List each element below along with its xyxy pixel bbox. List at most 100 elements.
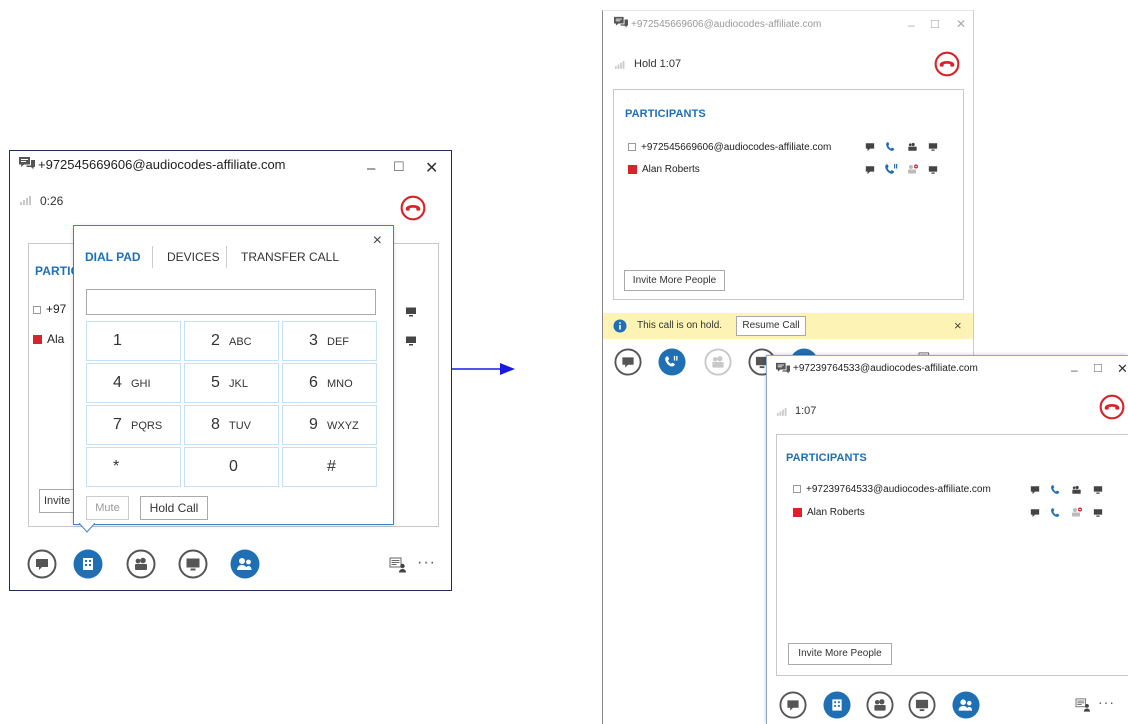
im-button[interactable] <box>27 549 57 579</box>
title-bar[interactable]: +972545669606@audiocodes-affiliate.com –… <box>10 151 451 179</box>
im-button[interactable] <box>614 348 642 376</box>
dialpad-key[interactable]: 4 GHI <box>86 363 181 403</box>
hangup-icon[interactable] <box>934 51 960 77</box>
hold-call-button[interactable] <box>658 348 686 376</box>
dialpad-key[interactable]: # <box>282 447 377 487</box>
invite-button[interactable]: Invite More People <box>624 270 725 291</box>
video-icon[interactable] <box>907 142 918 152</box>
call-timer: 0:26 <box>40 194 64 208</box>
people-button[interactable] <box>952 691 980 719</box>
present-icon[interactable] <box>1093 508 1103 518</box>
video-off-icon <box>1071 506 1083 518</box>
im-icon[interactable] <box>865 165 875 175</box>
invite-button[interactable]: Invite More People <box>788 643 892 665</box>
resume-call-button[interactable]: Resume Call <box>736 316 806 336</box>
participant-list-icon[interactable] <box>1074 698 1092 712</box>
tab-divider <box>226 246 227 268</box>
dialpad-key[interactable]: 9 WXYZ <box>282 405 377 445</box>
present-icon[interactable] <box>405 335 417 347</box>
hangup-icon[interactable] <box>400 195 426 221</box>
hold-call-button[interactable]: Hold Call <box>140 496 208 520</box>
dialpad-key[interactable]: 2 ABC <box>184 321 279 361</box>
minimize-button[interactable]: – <box>1071 363 1078 377</box>
hangup-icon[interactable] <box>1099 394 1125 420</box>
mute-button[interactable]: Mute <box>86 496 129 520</box>
checkbox[interactable] <box>793 485 801 494</box>
phone-icon[interactable] <box>885 141 896 152</box>
dialpad-key[interactable]: * <box>86 447 181 487</box>
maximize-button[interactable]: ☐ <box>930 18 940 31</box>
dialpad-button[interactable] <box>73 549 103 579</box>
dialpad-key[interactable]: 3 DEF <box>282 321 377 361</box>
minimize-button[interactable]: – <box>908 18 915 32</box>
dialpad-key[interactable]: 6 MNO <box>282 363 377 403</box>
tab-devices[interactable]: DEVICES <box>167 250 220 264</box>
present-icon[interactable] <box>405 306 417 318</box>
participant-name: +972545669606@audiocodes-affiliate.com <box>641 142 832 153</box>
phone-icon[interactable] <box>1050 484 1061 495</box>
participant-row[interactable]: +97239764533@audiocodes-affiliate.com <box>793 484 991 495</box>
title-bar[interactable]: +972545669606@audiocodes-affiliate.com –… <box>603 11 973 39</box>
key-letters: GHI <box>131 378 151 390</box>
more-options-button[interactable]: ··· <box>1098 694 1115 710</box>
checkbox[interactable] <box>33 305 41 314</box>
dialpad-key[interactable]: 0 <box>184 447 279 487</box>
participants-panel: PARTICIPANTS +972545669606@audiocodes-af… <box>613 89 964 300</box>
participant-list-icon[interactable] <box>388 557 408 573</box>
dialpad-key[interactable]: 1 <box>86 321 181 361</box>
participant-row[interactable]: Alan Roberts <box>628 164 700 175</box>
call-window-active: +97239764533@audiocodes-affiliate.com – … <box>766 355 1128 724</box>
key-digit: * <box>113 458 120 475</box>
on-hold-phone-icon[interactable] <box>884 163 898 175</box>
key-digit: 2 <box>211 332 220 349</box>
tab-dial-pad[interactable]: DIAL PAD <box>85 250 141 264</box>
video-icon[interactable] <box>1071 485 1082 495</box>
minimize-button[interactable]: – <box>367 160 375 177</box>
close-button[interactable]: ✕ <box>425 158 438 178</box>
participant-row[interactable]: Ala <box>33 332 64 346</box>
window-title: +972545669606@audiocodes-affiliate.com <box>631 19 822 30</box>
number-input[interactable] <box>86 289 376 315</box>
status-indicator <box>628 164 637 174</box>
dialpad-popup: × DIAL PAD DEVICES TRANSFER CALL 1 2 ABC 3 D… <box>73 225 394 525</box>
dialpad-key[interactable]: 7 PQRS <box>86 405 181 445</box>
participant-row[interactable]: Alan Roberts <box>793 507 865 518</box>
more-options-button[interactable]: ··· <box>417 554 436 572</box>
video-button[interactable] <box>866 691 894 719</box>
people-button[interactable] <box>230 549 260 579</box>
present-icon[interactable] <box>1093 485 1103 495</box>
close-button[interactable]: ✕ <box>956 17 966 31</box>
present-icon[interactable] <box>928 165 938 175</box>
present-button[interactable] <box>908 691 936 719</box>
participant-row[interactable]: +972545669606@audiocodes-affiliate.com <box>628 142 831 153</box>
dialpad-button[interactable] <box>823 691 851 719</box>
participant-name: Ala <box>47 332 65 346</box>
im-icon[interactable] <box>865 142 875 152</box>
hold-notice-text: This call is on hold. <box>637 320 723 331</box>
info-icon <box>613 319 627 333</box>
tab-divider <box>152 246 153 268</box>
key-letters: MNO <box>327 378 353 390</box>
checkbox[interactable] <box>628 143 636 152</box>
close-button[interactable]: ✕ <box>1117 361 1128 377</box>
participant-row[interactable]: +97 <box>33 302 66 316</box>
im-icon[interactable] <box>1030 485 1040 495</box>
key-digit: # <box>327 458 336 475</box>
maximize-button[interactable]: ☐ <box>393 159 405 175</box>
im-icon[interactable] <box>1030 508 1040 518</box>
present-icon[interactable] <box>928 142 938 152</box>
key-letters: DEF <box>327 336 349 348</box>
im-button[interactable] <box>779 691 807 719</box>
invite-label: Invite <box>44 495 71 507</box>
maximize-button[interactable]: ☐ <box>1093 362 1103 375</box>
key-letters: JKL <box>229 378 248 390</box>
notification-close-button[interactable]: × <box>954 318 962 333</box>
present-button[interactable] <box>178 549 208 579</box>
phone-icon[interactable] <box>1050 507 1061 518</box>
tab-transfer-call[interactable]: TRANSFER CALL <box>241 250 339 264</box>
dialpad-key[interactable]: 8 TUV <box>184 405 279 445</box>
title-bar[interactable]: +97239764533@audiocodes-affiliate.com – … <box>767 356 1128 384</box>
video-button[interactable] <box>126 549 156 579</box>
dialpad-close-button[interactable]: × <box>373 232 382 250</box>
dialpad-key[interactable]: 5 JKL <box>184 363 279 403</box>
